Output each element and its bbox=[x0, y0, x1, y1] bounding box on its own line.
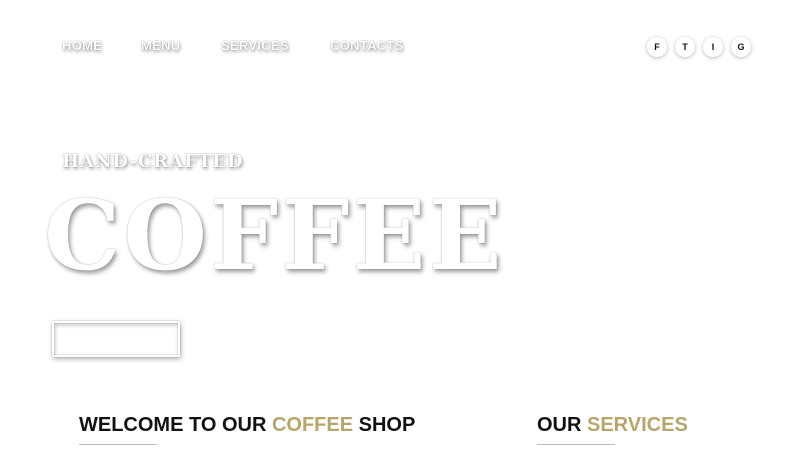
welcome-divider bbox=[79, 444, 157, 445]
services-heading-prefix: Our bbox=[537, 414, 587, 436]
instagram-icon[interactable]: I bbox=[703, 37, 723, 57]
services-heading: Our Services bbox=[537, 414, 688, 437]
welcome-heading: Welcome to our Coffee Shop bbox=[79, 414, 415, 437]
nav-item-services[interactable]: Services bbox=[221, 38, 289, 53]
nav-item-menu[interactable]: Menu bbox=[141, 38, 180, 53]
services-heading-accent: Services bbox=[587, 414, 688, 436]
nav-item-home[interactable]: Home bbox=[62, 38, 102, 53]
hero-cta-button[interactable] bbox=[52, 321, 180, 357]
nav-item-contacts[interactable]: Contacts bbox=[330, 38, 404, 53]
hero-title: Coffee bbox=[44, 179, 505, 292]
facebook-icon[interactable]: F bbox=[647, 37, 667, 57]
welcome-heading-prefix: Welcome to our bbox=[79, 414, 272, 436]
twitter-icon[interactable]: T bbox=[675, 37, 695, 57]
welcome-heading-suffix: Shop bbox=[353, 414, 416, 436]
hero-kicker: Hand-Crafted bbox=[62, 151, 244, 172]
welcome-heading-accent: Coffee bbox=[271, 414, 354, 436]
services-divider bbox=[537, 444, 615, 445]
google-icon[interactable]: G bbox=[731, 37, 751, 57]
